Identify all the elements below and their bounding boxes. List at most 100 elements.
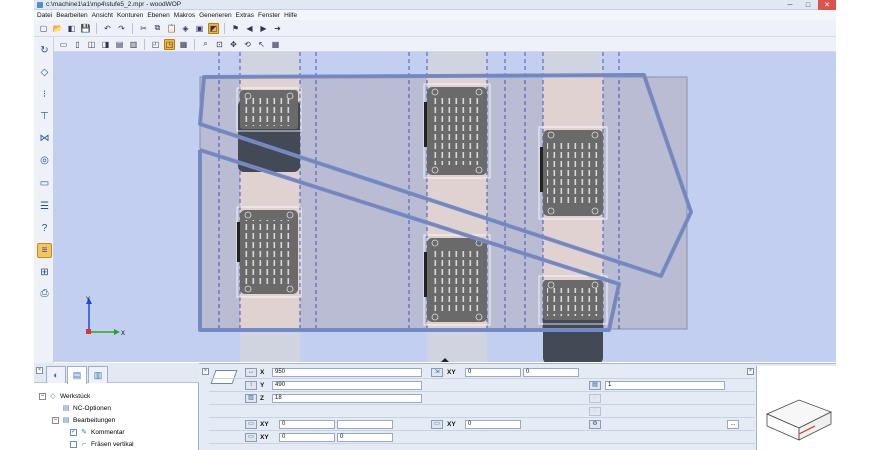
redo-icon[interactable]: ↷: [116, 23, 127, 34]
menu-hilfe[interactable]: Hilfe: [284, 12, 297, 19]
circle-tool-icon[interactable]: ◎: [37, 153, 52, 168]
play-icon[interactable]: ▶: [258, 23, 269, 34]
zoom-icon[interactable]: ⌕: [200, 39, 211, 50]
xy-label: XY: [447, 369, 456, 376]
help-macro-tool-icon[interactable]: ?: [37, 221, 52, 236]
saw-tool-icon[interactable]: ⋈: [37, 131, 52, 146]
menu-ebenen[interactable]: Ebenen: [147, 12, 169, 19]
forward-icon[interactable]: ➜: [272, 23, 283, 34]
rotate-icon[interactable]: ⟲: [242, 39, 253, 50]
view-top-icon[interactable]: ▤: [114, 39, 125, 50]
component-tool-icon[interactable]: ≡: [37, 243, 52, 258]
menu-konturen[interactable]: Konturen: [117, 12, 143, 19]
count-field[interactable]: 1: [605, 381, 725, 390]
y-field[interactable]: 490: [272, 381, 422, 390]
view-back-icon[interactable]: ▯: [72, 39, 83, 50]
title-bar: c:\machine1\a1\mp4\stufe5_2.mpr - woodWO…: [34, 0, 836, 10]
vacuum-cup[interactable]: [423, 234, 491, 326]
xy-label: XY: [260, 421, 269, 428]
tree-node-fraesen-vertikal[interactable]: ⌐ Fräsen vertikal: [70, 440, 134, 448]
back-icon[interactable]: ◀: [244, 23, 255, 34]
xy-field[interactable]: 0: [465, 420, 521, 429]
workpiece-preview[interactable]: [756, 366, 836, 450]
view-right-icon[interactable]: ◨: [100, 39, 111, 50]
tree-node-werkstueck[interactable]: − ◇ Werkstück: [39, 392, 90, 400]
view-left-icon[interactable]: ◫: [86, 39, 97, 50]
maximize-button[interactable]: □: [800, 0, 816, 10]
open-icon[interactable]: 📂: [52, 23, 63, 34]
tab-contours[interactable]: ◐: [46, 366, 66, 383]
tab-program[interactable]: ▤: [67, 366, 87, 384]
workpiece-tool-icon[interactable]: ◇: [37, 65, 52, 80]
menu-makros[interactable]: Makros: [174, 12, 195, 19]
view-front-icon[interactable]: ▭: [58, 39, 69, 50]
new-file-icon[interactable]: ▢: [38, 23, 49, 34]
vacuum-cup[interactable]: [236, 87, 302, 172]
shaded-icon[interactable]: ◳: [164, 38, 175, 50]
minimize-button[interactable]: ─: [782, 0, 798, 10]
preview-pin-icon[interactable]: ×: [747, 368, 754, 375]
close-button[interactable]: ✕: [818, 0, 836, 10]
machine-table-drawing[interactable]: Y X: [54, 52, 836, 362]
pin-icon[interactable]: ×: [36, 367, 43, 374]
cut-icon[interactable]: ✂: [138, 23, 149, 34]
copy-icon[interactable]: ⧉: [152, 23, 163, 34]
tree-node-nc-optionen[interactable]: ▤ NC-Optionen: [62, 404, 111, 413]
tree-node-label: Fräsen vertikal: [91, 440, 134, 448]
menu-datei[interactable]: Datei: [37, 12, 52, 19]
print-tool-icon[interactable]: ⎙: [37, 286, 52, 301]
zoom-fit-icon[interactable]: ⊡: [214, 39, 225, 50]
toolbar-separator: [194, 38, 195, 50]
xy-field[interactable]: 0: [337, 433, 393, 442]
menu-generieren[interactable]: Generieren: [199, 12, 232, 19]
prop-row-empty: ◌: [209, 405, 755, 418]
render-icon[interactable]: ▦: [178, 39, 189, 50]
contour-tool-icon[interactable]: ↻: [37, 43, 52, 58]
menu-fenster[interactable]: Fenster: [258, 12, 280, 19]
undo-icon[interactable]: ↶: [102, 23, 113, 34]
offset-x-field[interactable]: 0: [465, 368, 521, 377]
drill-tool-icon[interactable]: ⁝: [37, 87, 52, 102]
x-field[interactable]: 950: [272, 368, 422, 377]
collapse-icon[interactable]: −: [52, 416, 59, 424]
vacuum-cup[interactable]: [236, 206, 302, 298]
tree-node-kommentar[interactable]: ✓ ✎ Kommentar: [70, 428, 125, 436]
more-button[interactable]: ...: [727, 420, 739, 429]
grid-icon[interactable]: ▦: [270, 39, 281, 50]
paste-icon[interactable]: 📋: [166, 23, 177, 34]
tab-components[interactable]: ▥: [88, 366, 108, 383]
xy-field[interactable]: [337, 420, 393, 429]
xy-label: XY: [447, 421, 456, 428]
offset-y-field[interactable]: 0: [523, 368, 579, 377]
router-tool-icon[interactable]: ⊤: [37, 109, 52, 124]
dimension-icon: ↕: [245, 381, 257, 390]
z-field[interactable]: 18: [272, 394, 422, 403]
pan-icon[interactable]: ✥: [228, 39, 239, 50]
view-bottom-icon[interactable]: ▥: [128, 39, 139, 50]
tree-node-bearbeitungen[interactable]: − ▤ Bearbeitungen: [52, 416, 115, 424]
open-recent-icon[interactable]: ◧: [66, 23, 77, 34]
vacuum-cup[interactable]: [538, 126, 608, 220]
filter-icon[interactable]: ⚑: [230, 23, 241, 34]
menu-bearbeiten[interactable]: Bearbeiten: [56, 12, 87, 19]
menu-ansicht[interactable]: Ansicht: [92, 12, 113, 19]
save-icon[interactable]: 💾: [80, 23, 91, 34]
xy-field[interactable]: 0: [279, 433, 335, 442]
wireframe-icon[interactable]: ◰: [150, 39, 161, 50]
pointer-icon[interactable]: ↖: [256, 39, 267, 50]
collapse-icon[interactable]: −: [39, 392, 46, 400]
pocket-tool-icon[interactable]: ▭: [37, 176, 52, 191]
enabled-checkbox[interactable]: ✓: [70, 428, 77, 436]
view-3d-icon[interactable]: ◈: [180, 23, 191, 34]
xy-field[interactable]: 0: [279, 420, 335, 429]
menu-extras[interactable]: Extras: [236, 12, 254, 19]
document-tool-icon[interactable]: ☰: [37, 199, 52, 214]
view-iso-icon[interactable]: ◩: [208, 22, 219, 34]
view-top-icon[interactable]: ▣: [194, 23, 205, 34]
group-tool-icon[interactable]: ⊞: [37, 265, 52, 280]
properties-pin-icon[interactable]: ×: [202, 368, 209, 375]
vacuum-cup[interactable]: [538, 275, 608, 362]
enabled-checkbox[interactable]: [70, 440, 77, 448]
cad-viewport[interactable]: Y X: [54, 52, 836, 362]
vacuum-cup[interactable]: [423, 83, 491, 179]
